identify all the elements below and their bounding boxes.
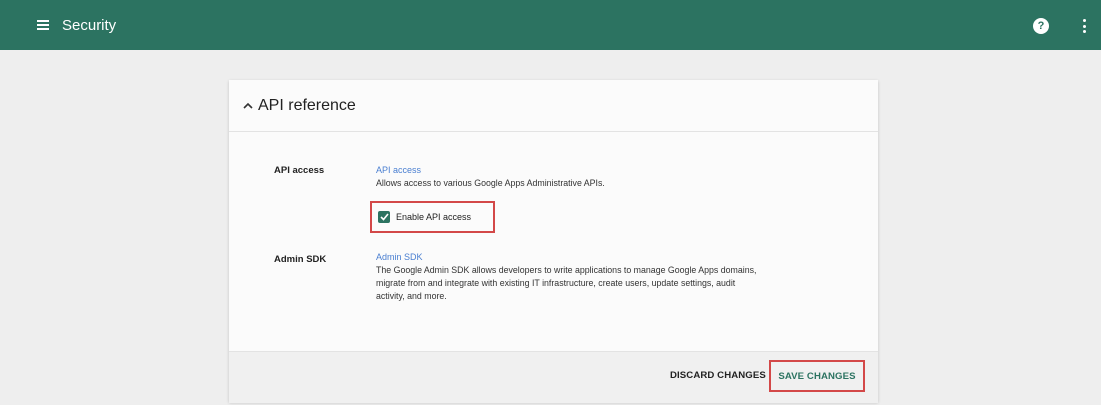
admin-sdk-description-line-2: migrate from and integrate with existing… xyxy=(376,278,736,288)
collapse-button[interactable] xyxy=(241,99,255,113)
admin-sdk-description-line-3: activity, and more. xyxy=(376,291,447,301)
help-icon: ? xyxy=(1037,20,1045,32)
admin-sdk-link[interactable]: Admin SDK xyxy=(376,252,423,262)
save-changes-button[interactable]: SAVE CHANGES xyxy=(769,360,865,392)
card-header: API reference xyxy=(229,80,878,132)
card-title: API reference xyxy=(258,96,356,114)
more-vert-icon xyxy=(1082,19,1086,22)
api-access-link[interactable]: API access xyxy=(376,165,421,175)
api-access-label: API access xyxy=(274,165,325,176)
discard-changes-button[interactable]: DISCARD CHANGES xyxy=(670,370,766,381)
admin-sdk-label: Admin SDK xyxy=(274,254,327,265)
check-icon xyxy=(379,213,389,221)
page-title: Security xyxy=(62,16,117,34)
chevron-up-icon xyxy=(243,102,253,109)
app-topbar: Security ? xyxy=(0,0,1101,50)
card-footer: DISCARD CHANGES SAVE CHANGES xyxy=(229,351,878,403)
more-options-button[interactable] xyxy=(1080,17,1088,35)
help-button[interactable]: ? xyxy=(1033,18,1049,34)
enable-api-access-checkbox[interactable] xyxy=(378,211,390,223)
menu-button[interactable] xyxy=(32,14,54,36)
enable-api-access-label: Enable API access xyxy=(396,212,472,222)
enable-api-access-option[interactable]: Enable API access xyxy=(370,201,495,233)
admin-sdk-description-line-1: The Google Admin SDK allows developers t… xyxy=(376,265,757,275)
menu-icon xyxy=(37,20,49,30)
api-access-description: Allows access to various Google Apps Adm… xyxy=(376,178,605,188)
api-reference-card: API reference API access API access Allo… xyxy=(229,80,878,403)
